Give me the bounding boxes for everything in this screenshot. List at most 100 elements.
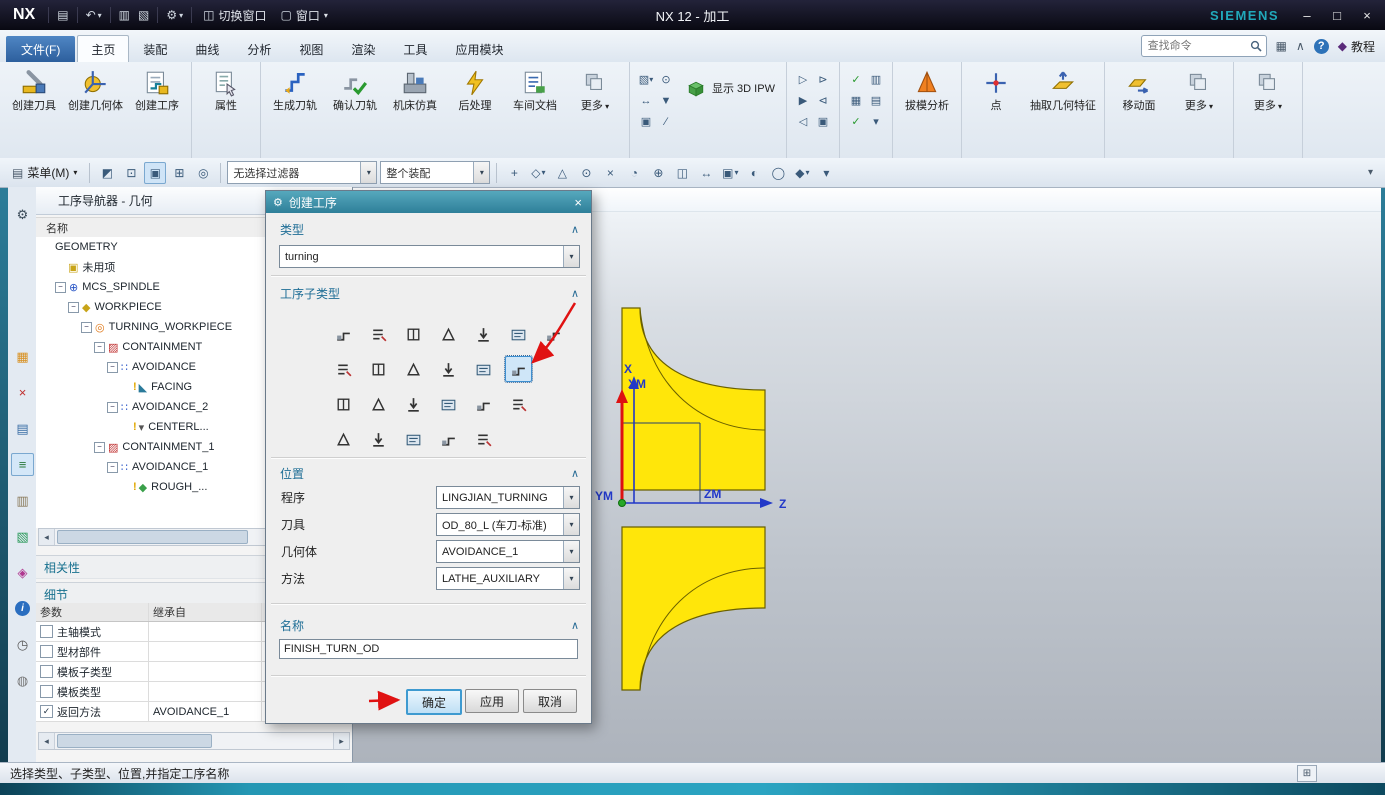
subtype-icon-r1-c4[interactable] — [435, 321, 462, 347]
tree-expand-icon[interactable]: − — [68, 301, 79, 313]
web-browser-icon[interactable]: i — [11, 597, 34, 620]
move-face-button[interactable]: 移动面 — [1110, 64, 1168, 112]
minimize-ribbon-icon[interactable]: ∧ — [1296, 39, 1305, 53]
selection-scope-dropdown[interactable]: 整个装配 ▾ — [380, 161, 491, 184]
toolbar-overflow-icon[interactable]: ▾ — [815, 162, 837, 184]
details-column-header[interactable]: 参数 — [36, 603, 149, 621]
2d-ipw-icon[interactable]: ▣ — [637, 113, 655, 130]
palette-icon[interactable]: ◆ ▾ — [791, 162, 813, 184]
subtype-icon-r3-c4[interactable] — [435, 391, 462, 417]
create-operation-button[interactable]: 创建工序 — [128, 64, 186, 112]
window-grid-icon[interactable]: ▦ — [1276, 39, 1287, 53]
tree-expand-icon[interactable]: − — [107, 361, 118, 373]
tree-expand-icon[interactable]: − — [107, 461, 118, 473]
subtype-icon-r2-c1[interactable] — [330, 356, 357, 382]
snap-end-icon[interactable]: ◇ ▾ — [527, 162, 549, 184]
scroll-left-icon[interactable]: ◂ — [39, 733, 55, 749]
properties-button[interactable]: 属性 — [197, 64, 255, 112]
checkbox[interactable] — [40, 625, 53, 638]
collapse-icon[interactable]: ∧ — [571, 223, 579, 236]
dropdown-arrow-icon[interactable]: ▾ — [563, 568, 579, 589]
checkbox[interactable] — [40, 685, 53, 698]
tree-expand-icon[interactable]: − — [55, 281, 66, 293]
subtype-icon-r1-c7[interactable] — [540, 321, 567, 347]
machine-navigator-icon[interactable]: ▥ — [11, 489, 34, 512]
subtype-icon-r2-c5[interactable] — [470, 356, 497, 382]
system-materials-icon[interactable]: ◍ — [11, 669, 34, 692]
subtype-icon-r1-c1[interactable] — [330, 321, 357, 347]
selection-arrow-icon[interactable]: ◩ — [96, 162, 118, 184]
collapse-icon[interactable]: ∧ — [571, 619, 579, 632]
command-search-input[interactable] — [1145, 39, 1250, 53]
ok-button[interactable]: 确定 — [406, 689, 462, 715]
tree-expand-icon[interactable]: − — [107, 401, 118, 413]
part-section-lower[interactable] — [621, 526, 766, 691]
subtype-icon-r3-c2[interactable] — [365, 391, 392, 417]
scroll-left-icon[interactable]: ◂ — [39, 529, 55, 545]
more-feature-button[interactable]: 更多 ▾ — [1239, 64, 1297, 113]
program-dropdown[interactable]: LINGJIAN_TURNING ▾ — [436, 486, 580, 509]
general-select-icon[interactable]: ◎ — [192, 162, 214, 184]
switch-window-button[interactable]: ◫ 切换窗口 — [196, 5, 273, 26]
dropdown-arrow-icon[interactable]: ▾ — [563, 246, 579, 267]
tab-tools[interactable]: 工具 — [389, 35, 441, 62]
dropdown-arrow-icon[interactable]: ▾ — [563, 541, 579, 562]
search-icon[interactable] — [1250, 40, 1262, 52]
subtype-icon-r2-c6[interactable] — [504, 355, 533, 383]
snap-center-icon[interactable]: ⊙ — [575, 162, 597, 184]
subtype-icon-r2-c4[interactable] — [435, 356, 462, 382]
more-operations-button[interactable]: 更多 ▾ — [566, 64, 624, 113]
check-gouge-icon[interactable]: ✓ — [847, 71, 865, 88]
rectangle-select-icon[interactable]: ⊡ — [120, 162, 142, 184]
spindle-display-icon[interactable]: ⊙ — [657, 71, 675, 88]
subtype-icon-r1-c2[interactable] — [365, 321, 392, 347]
measure-icon[interactable]: ◫ — [671, 162, 693, 184]
collapse-icon[interactable]: ∧ — [571, 467, 579, 480]
draft-analysis-button[interactable]: 拔模分析 — [898, 64, 956, 112]
part-section-upper[interactable] — [621, 307, 766, 491]
type-dropdown[interactable]: turning ▾ — [279, 245, 580, 268]
more-sync-button[interactable]: 更多 ▾ — [1170, 64, 1228, 113]
toolbar-overflow-icon[interactable]: ▾ — [1368, 167, 1379, 178]
checkbox[interactable] — [40, 665, 53, 678]
tab-application-module[interactable]: 应用模块 — [441, 35, 517, 62]
tab-analysis[interactable]: 分析 — [233, 35, 285, 62]
grid-tool-icon[interactable]: ▦ — [847, 92, 865, 109]
command-repeat-icon[interactable]: ⚙ ▾ — [162, 6, 187, 24]
command-search-box[interactable] — [1140, 35, 1267, 57]
origin-point[interactable] — [618, 499, 626, 507]
stop-icon[interactable]: ▣ — [814, 113, 832, 130]
dialog-close-icon[interactable]: × — [572, 195, 584, 210]
extract-geometry-button[interactable]: 抽取几何特征 — [1027, 64, 1099, 112]
cancel-button[interactable]: 取消 — [523, 689, 577, 713]
snap-quadrant-icon[interactable]: ◔ — [623, 162, 645, 184]
subtype-icon-r4-c4[interactable] — [435, 426, 462, 452]
lasso-select-icon[interactable]: ⊞ — [168, 162, 190, 184]
dropdown-arrow-icon[interactable]: ▾ — [563, 487, 579, 508]
tool-display-icon[interactable]: ▧ ▾ — [637, 71, 655, 88]
subtype-icon-r1-c5[interactable] — [470, 321, 497, 347]
create-tool-button[interactable]: 创建刀具 — [5, 64, 63, 112]
maximize-button[interactable]: □ — [1323, 4, 1351, 26]
clear-display-icon[interactable]: ∕ — [657, 113, 675, 130]
step-forward-icon[interactable]: ⊳ — [814, 71, 832, 88]
postprocess-button[interactable]: 后处理 — [446, 64, 504, 112]
details-hscrollbar[interactable]: ◂ ▸ — [38, 732, 350, 750]
dropdown-arrow-icon[interactable]: ▾ — [473, 162, 490, 183]
show-3d-ipw-button[interactable]: 显示 3D IPW — [679, 64, 781, 100]
collapse-icon[interactable]: ∧ — [571, 287, 579, 300]
subtype-icon-r2-c2[interactable] — [365, 356, 392, 382]
geometry-dropdown[interactable]: AVOIDANCE_1 ▾ — [436, 540, 580, 563]
dropdown-arrow-icon[interactable]: ▾ — [563, 514, 579, 535]
tree-expand-icon[interactable]: − — [94, 441, 105, 453]
name-section-header[interactable]: 名称 ∧ — [280, 617, 579, 633]
close-button[interactable]: × — [1353, 4, 1381, 26]
name-input[interactable] — [279, 639, 578, 659]
save-icon[interactable]: ▤ — [53, 6, 72, 24]
report-icon[interactable]: ▥ — [867, 71, 885, 88]
undo-icon[interactable]: ↶ ▾ — [82, 6, 106, 24]
part-navigator-icon[interactable]: ▤ — [11, 417, 34, 440]
wcs-icon[interactable]: ⊕ — [647, 162, 669, 184]
subtype-icon-r4-c3[interactable] — [400, 426, 427, 452]
assembly-navigator-icon[interactable]: ▦ — [11, 345, 34, 368]
